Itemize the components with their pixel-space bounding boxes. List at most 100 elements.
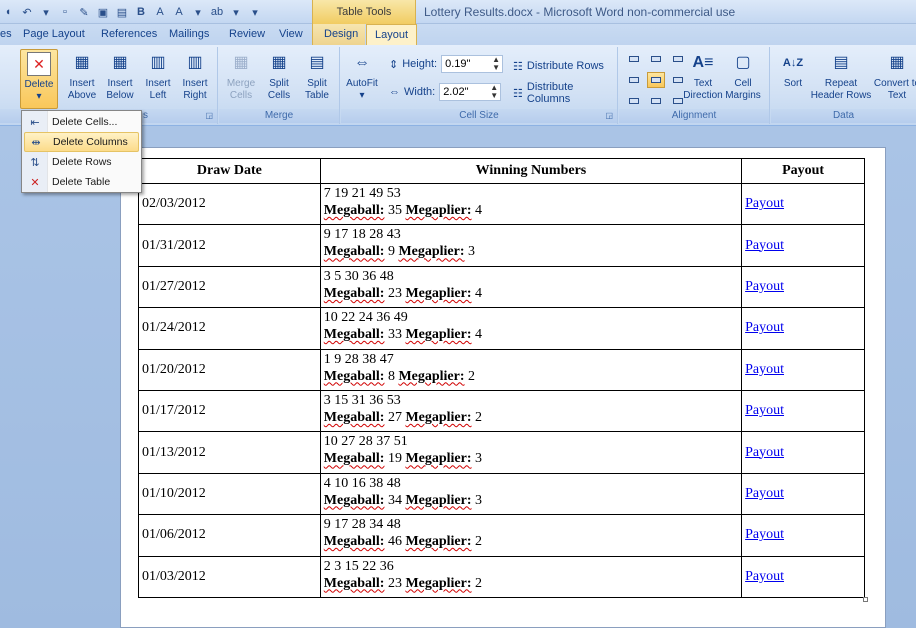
winning-numbers-cell[interactable]: 9 17 28 34 48 Megaball: 46 Megaplier: 2: [319, 514, 743, 557]
distribute-columns-button[interactable]: ☷ Distribute Columns: [513, 81, 617, 105]
tab-page-layout[interactable]: Page Layout: [23, 24, 85, 45]
tab-design[interactable]: Design: [312, 24, 365, 45]
find-icon[interactable]: ab: [209, 4, 225, 20]
tab-layout[interactable]: Layout: [366, 24, 418, 46]
merge-cells-button[interactable]: ▦ Merge Cells: [221, 49, 261, 109]
tab-references[interactable]: References: [101, 24, 157, 45]
draw-date-cell[interactable]: 01/24/2012: [138, 307, 321, 350]
table-resize-handle[interactable]: [863, 597, 868, 602]
megaplier-label: Megaplier:: [405, 575, 472, 591]
format-painter-icon[interactable]: ✎: [76, 4, 92, 20]
autofit-button[interactable]: ⇔ AutoFit ▾: [343, 49, 381, 109]
insert-right-button[interactable]: ▥ Insert Right: [175, 49, 215, 109]
insert-left-button[interactable]: ▥ Insert Left: [138, 49, 178, 109]
draw-date-cell[interactable]: 01/17/2012: [138, 389, 321, 433]
repeat-header-rows-button[interactable]: ▤ Repeat Header Rows: [809, 49, 873, 109]
text-direction-button[interactable]: A≡ Text Direction: [683, 49, 723, 109]
header-draw-date[interactable]: Draw Date: [138, 158, 321, 184]
tab-view[interactable]: View: [279, 24, 303, 45]
split-table-button[interactable]: ▤ Split Table: [297, 49, 337, 109]
payout-link[interactable]: Payout: [745, 403, 784, 418]
customize-qat-icon[interactable]: ▾: [247, 4, 263, 20]
tab-mailings[interactable]: Mailings: [169, 24, 209, 45]
draw-date-cell[interactable]: 02/03/2012: [138, 182, 321, 226]
group-merge: ▦ Merge Cells ▦ Split Cells ▤ Split Tabl…: [219, 47, 340, 124]
megaball-label: Megaball:: [323, 368, 385, 384]
highlight-dropdown-icon[interactable]: ▾: [190, 4, 206, 20]
draw-date-cell[interactable]: 01/31/2012: [138, 224, 321, 267]
payout-link[interactable]: Payout: [745, 238, 784, 253]
bold-icon[interactable]: B: [133, 4, 149, 20]
draw-date-cell[interactable]: 01/27/2012: [138, 265, 321, 309]
convert-to-text-button[interactable]: ▦ Convert to Text: [873, 49, 916, 109]
payout-link[interactable]: Payout: [745, 445, 784, 460]
clear-format-icon[interactable]: ▫: [57, 4, 73, 20]
align-middle-center-icon[interactable]: [647, 72, 665, 88]
delete-cells-item[interactable]: ⇤ Delete Cells...: [24, 112, 139, 132]
delete-button[interactable]: ✕ Delete ▾: [20, 49, 58, 109]
tab-review[interactable]: Review: [229, 24, 265, 45]
sort-button[interactable]: A↓Z Sort: [773, 49, 813, 109]
undo-dropdown-icon[interactable]: ▾: [38, 4, 54, 20]
align-bottom-center-icon[interactable]: [647, 93, 665, 109]
split-cells-button[interactable]: ▦ Split Cells: [259, 49, 299, 109]
align-top-center-icon[interactable]: [647, 51, 665, 67]
distribute-rows-button[interactable]: ☷ Distribute Rows: [513, 56, 604, 76]
winning-numbers-cell[interactable]: 10 27 28 37 51 Megaball: 19 Megaplier: 3: [319, 431, 743, 474]
align-bottom-left-icon[interactable]: [625, 93, 643, 109]
insert-above-label: Insert Above: [67, 78, 97, 101]
winning-numbers-cell[interactable]: 7 19 21 49 53 Megaball: 35 Megaplier: 4: [319, 182, 743, 226]
undo-icon[interactable]: ↶: [19, 4, 35, 20]
highlight-icon[interactable]: A: [171, 4, 187, 20]
insert-above-button[interactable]: ▦ Insert Above: [62, 49, 102, 109]
winning-numbers-cell[interactable]: 3 15 31 36 53 Megaball: 27 Megaplier: 2: [319, 389, 743, 433]
payout-cell: Payout: [741, 389, 865, 433]
height-spinner[interactable]: 0.19" ▲ ▼: [441, 55, 504, 73]
header-winning-numbers[interactable]: Winning Numbers: [319, 158, 743, 184]
payout-link[interactable]: Payout: [745, 362, 784, 377]
tab-home-partial[interactable]: es: [0, 24, 12, 45]
height-spin-arrows-icon[interactable]: ▲ ▼: [492, 56, 500, 72]
payout-link[interactable]: Payout: [745, 279, 784, 294]
payout-link[interactable]: Payout: [745, 196, 784, 211]
header-payout[interactable]: Payout: [741, 158, 865, 184]
delete-table-item[interactable]: ✕ Delete Table: [24, 172, 139, 192]
width-spinner[interactable]: 2.02" ▲ ▼: [439, 83, 502, 101]
winning-numbers-cell[interactable]: 1 9 28 38 47 Megaball: 8 Megaplier: 2: [319, 348, 743, 391]
table-row: 01/13/2012 10 27 28 37 51 Megaball: 19 Meg…: [138, 431, 865, 474]
draw-date-cell[interactable]: 01/20/2012: [138, 348, 321, 391]
align-top-left-icon[interactable]: [625, 51, 643, 67]
dialog-launcher-icon[interactable]: ◲: [205, 109, 213, 123]
winning-numbers-cell[interactable]: 3 5 30 36 48 Megaball: 23 Megaplier: 4: [319, 265, 743, 309]
draw-date-cell[interactable]: 01/03/2012: [138, 555, 321, 598]
payout-link[interactable]: Payout: [745, 486, 784, 501]
table-row: 01/31/2012 9 17 18 28 43 Megaball: 9 Megap…: [138, 224, 865, 267]
find-dropdown-icon[interactable]: ▾: [228, 4, 244, 20]
payout-link[interactable]: Payout: [745, 527, 784, 542]
save-icon[interactable]: ▤: [114, 4, 130, 20]
cell-size-dialog-launcher-icon[interactable]: ◲: [605, 109, 613, 123]
picture-icon[interactable]: ▣: [95, 4, 111, 20]
align-middle-left-icon[interactable]: [625, 72, 643, 88]
winning-numbers-text: 3 5 30 36 48: [323, 268, 394, 284]
payout-cell: Payout: [741, 224, 865, 267]
cell-margins-button[interactable]: ▢ Cell Margins: [723, 49, 763, 109]
winning-numbers-cell[interactable]: 10 22 24 36 49 Megaball: 33 Megaplier: 4: [319, 307, 743, 350]
font-color-icon[interactable]: A: [152, 4, 168, 20]
winning-numbers-cell[interactable]: 9 17 18 28 43 Megaball: 9 Megaplier: 3: [319, 224, 743, 267]
lottery-table[interactable]: Draw Date Winning Numbers Payout 02/03/2…: [138, 158, 865, 598]
insert-below-button[interactable]: ▦ Insert Below: [100, 49, 140, 109]
draw-date-cell[interactable]: 01/10/2012: [138, 472, 321, 516]
winning-numbers-cell[interactable]: 2 3 15 22 36 Megaball: 23 Megaplier: 2: [319, 555, 743, 598]
winning-numbers-cell[interactable]: 4 10 16 38 48 Megaball: 34 Megaplier: 3: [319, 472, 743, 516]
draw-date-cell[interactable]: 01/06/2012: [138, 514, 321, 557]
office-button-edge-icon[interactable]: ◖: [0, 4, 16, 20]
width-spin-arrows-icon[interactable]: ▲ ▼: [490, 84, 498, 100]
draw-date-cell[interactable]: 01/13/2012: [138, 431, 321, 474]
payout-link[interactable]: Payout: [745, 569, 784, 584]
megaball-value: 23: [387, 575, 402, 591]
delete-columns-item[interactable]: ⇹ Delete Columns: [24, 132, 139, 152]
delete-rows-item[interactable]: ⇅ Delete Rows: [24, 152, 139, 172]
table-tools-label: Table Tools: [312, 0, 416, 24]
payout-link[interactable]: Payout: [745, 320, 784, 335]
